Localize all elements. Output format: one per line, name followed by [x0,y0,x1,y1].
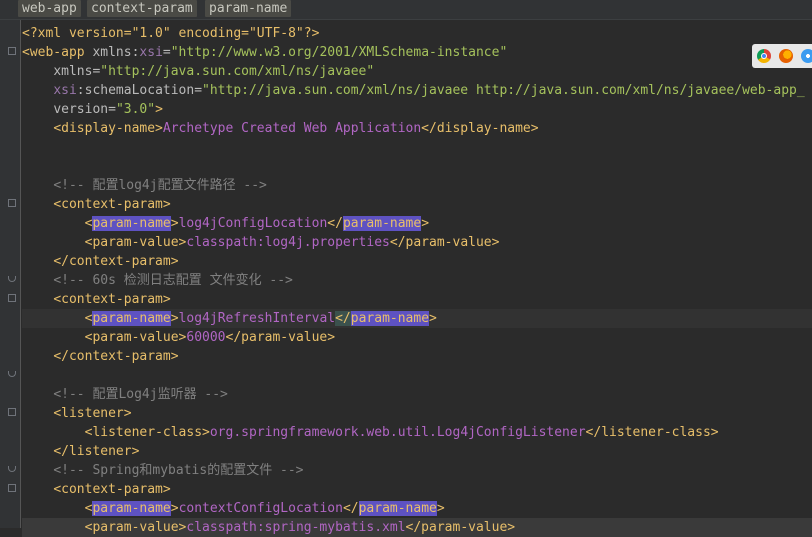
code-line: <!-- 配置log4j配置文件路径 --> [22,176,812,195]
attribute-value: "http://java.sun.com/xml/ns/javaee http:… [202,83,805,98]
code-line: <listener-class>org.springframework.web.… [22,423,812,442]
code-line: <display-name>Archetype Created Web Appl… [22,119,812,138]
fold-marker-icon[interactable] [8,408,16,416]
highlighted-tag-name: param-name [350,311,430,326]
tag-open: <param-value> [84,235,187,250]
tag-open: <context-param> [53,482,171,497]
breadcrumb: web-app context-param param-name [0,0,812,20]
element-value: Archetype Created Web Application [162,121,422,136]
attribute-value: "http://www.w3.org/2001/XMLSchema-instan… [170,45,508,60]
element-value: 60000 [186,330,226,345]
attribute-name: xmlns= [53,64,101,79]
tag-close: > [155,102,163,117]
code-line: <context-param> [22,480,812,499]
code-line: xsi:schemaLocation="http://java.sun.com/… [22,81,812,100]
breadcrumb-param-name[interactable]: param-name [205,0,292,17]
firefox-icon[interactable] [779,49,793,63]
fold-marker-icon[interactable] [8,484,16,492]
tag-close: </display-name> [421,121,539,136]
tag-close: </listener> [53,444,140,459]
attribute-equals: = [162,45,171,60]
fold-end-marker-icon[interactable] [8,466,16,472]
code-line: <param-name>log4jConfigLocation</param-n… [22,214,812,233]
element-value: log4jRefreshInterval [178,311,336,326]
element-value: classpath:log4j.properties [186,235,390,250]
code-line: <context-param> [22,195,812,214]
xml-declaration: <?xml version="1.0" encoding="UTF-8"?> [22,26,320,41]
element-value: contextConfigLocation [178,501,343,516]
tag-close: </context-param> [53,254,179,269]
code-line: </listener> [22,442,812,461]
safari-icon[interactable] [801,49,812,63]
tag-close: </param-value> [389,235,500,250]
tag-open: <listener> [53,406,132,421]
attribute-name: :schemaLocation= [76,83,203,98]
gutter-divider [20,20,21,528]
code-line: <param-value>60000</param-value> [22,328,812,347]
attribute-value: "3.0" [115,102,156,117]
attribute-name: version= [53,102,116,117]
element-value: org.springframework.web.util.Log4jConfig… [209,425,586,440]
element-value: log4jConfigLocation [178,216,328,231]
tag-bracket: > [170,216,179,231]
xml-comment: <!-- 配置log4j配置文件路径 --> [53,178,267,193]
code-line-current: <param-name>log4jRefreshInterval</param-… [22,309,812,328]
tag-open: <param-value> [84,330,187,345]
code-line: </context-param> [22,347,812,366]
tag-close: </context-param> [53,349,179,364]
namespace-prefix: xsi [139,45,163,60]
attribute-value: "http://java.sun.com/xml/ns/javaee" [100,64,375,79]
tag-open: <display-name> [53,121,163,136]
code-line: xmlns="http://java.sun.com/xml/ns/javaee… [22,62,812,81]
highlighted-tag-name: param-name [92,501,171,516]
fold-marker-icon[interactable] [8,199,16,207]
xml-comment: <!-- 配置Log4j监听器 --> [53,387,228,402]
tag-bracket: > [436,501,445,516]
code-line: <param-name>contextConfigLocation</param… [22,499,812,518]
code-line: <!-- Spring和mybatis的配置文件 --> [22,461,812,480]
tag-close: </listener-class> [585,425,719,440]
tag-bracket: > [421,216,430,231]
code-line: <listener> [22,404,812,423]
code-line: <!-- 60s 检测日志配置 文件变化 --> [22,271,812,290]
code-line: <param-value>classpath:log4j.properties<… [22,233,812,252]
fold-marker-icon[interactable] [8,47,16,55]
tag-close: </param-value> [225,330,336,345]
breadcrumb-web-app[interactable]: web-app [18,0,81,17]
tag-bracket: </ [335,311,351,326]
fold-end-marker-icon[interactable] [8,276,16,282]
tag-open: <context-param> [53,197,171,212]
highlighted-tag-name: param-name [358,501,437,516]
chrome-icon[interactable] [757,49,771,63]
xml-comment: <!-- 60s 检测日志配置 文件变化 --> [53,273,293,288]
tag-bracket: </ [342,501,359,516]
code-line: </context-param> [22,252,812,271]
fold-marker-icon[interactable] [8,294,16,302]
code-editor[interactable]: <?xml version="1.0" encoding="UTF-8"?> <… [22,20,812,537]
code-line: version="3.0"> [22,100,812,119]
fold-end-marker-icon[interactable] [8,371,16,377]
code-line: <!-- 配置Log4j监听器 --> [22,385,812,404]
tag-open: <web-app [22,45,93,60]
highlighted-tag-name: param-name [92,311,171,326]
xml-comment: <!-- Spring和mybatis的配置文件 --> [53,463,304,478]
editor-gutter [0,20,20,528]
tag-open: <context-param> [53,292,171,307]
tag-open: <listener-class> [84,425,210,440]
browser-preview-toolbar [752,44,812,68]
tag-bracket: > [170,311,179,326]
code-line: <context-param> [22,290,812,309]
namespace-prefix: xsi [53,83,77,98]
highlighted-tag-name: param-name [92,216,171,231]
breadcrumb-context-param[interactable]: context-param [87,0,197,17]
attribute-name: xmlns: [92,45,140,60]
code-line: <web-app xmlns:xsi="http://www.w3.org/20… [22,43,812,62]
highlighted-tag-name: param-name [342,216,422,231]
tag-bracket: </ [327,216,343,231]
code-line: <?xml version="1.0" encoding="UTF-8"?> [22,24,812,43]
tag-bracket: > [429,311,437,326]
tag-bracket: > [170,501,179,516]
